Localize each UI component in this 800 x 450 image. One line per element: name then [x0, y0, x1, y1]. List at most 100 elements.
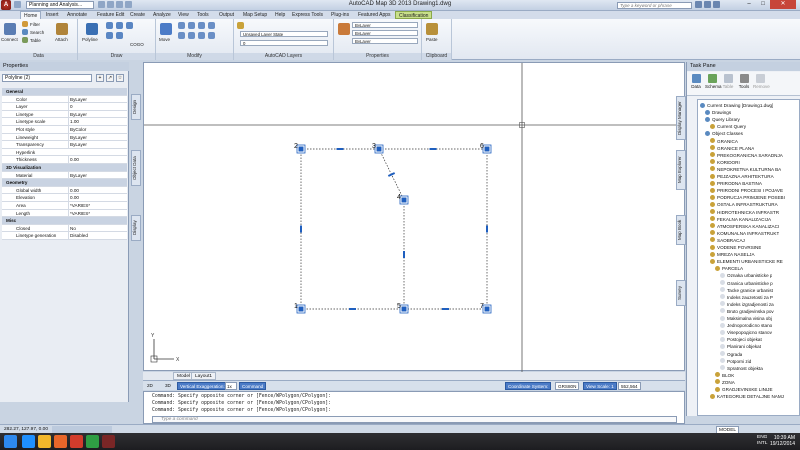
property-value[interactable]: ByLayer	[68, 110, 127, 118]
circle-icon[interactable]	[116, 22, 123, 29]
hatch-icon[interactable]	[116, 32, 123, 39]
property-row[interactable]: Area *VARIES*	[2, 202, 127, 210]
tab-feature-edit[interactable]: Feature Edit	[94, 11, 127, 19]
coordinate-system-value[interactable]: GRS80N	[555, 382, 580, 390]
tab-classification[interactable]: Classification	[395, 11, 433, 19]
filter-icon[interactable]	[22, 21, 28, 27]
tab-object-data[interactable]: Object Data	[131, 150, 141, 186]
tab-home[interactable]: Home	[20, 11, 42, 19]
tab-map-explorer[interactable]: Map Explorer	[676, 150, 686, 190]
layer-state-dropdown[interactable]: Unsaved Layer State	[240, 31, 328, 37]
midpoint-grip[interactable]	[429, 148, 437, 150]
property-value[interactable]: 0.00	[68, 194, 127, 202]
tab-map-setup[interactable]: Map Setup	[240, 11, 270, 19]
array-icon[interactable]	[208, 32, 215, 39]
table-button[interactable]: Table	[721, 74, 735, 89]
new-icon[interactable]	[14, 1, 21, 8]
arc-icon[interactable]	[126, 22, 133, 29]
quick-select-button[interactable]: ☆	[116, 74, 124, 82]
tab-display-manager[interactable]: Display Manager	[676, 96, 686, 140]
property-value[interactable]: ByLayer	[68, 141, 127, 149]
match-properties-icon[interactable]	[338, 23, 350, 35]
property-row[interactable]: Lineweight ByLayer	[2, 133, 127, 142]
property-row[interactable]: Linetype generation Disabled	[2, 232, 127, 240]
table-label[interactable]: Table	[30, 38, 41, 43]
paste-icon[interactable]	[426, 23, 438, 35]
tab-survey[interactable]: Survey	[676, 280, 686, 306]
properties-panel-label[interactable]: Properties	[334, 53, 421, 60]
property-value[interactable]: 1.00	[68, 118, 127, 126]
application-menu-button[interactable]: A	[1, 0, 11, 10]
trim-icon[interactable]	[188, 22, 195, 29]
close-button[interactable]: ✕	[770, 0, 796, 9]
select-objects-button[interactable]: ↗	[106, 74, 114, 82]
midpoint-grip[interactable]	[300, 225, 302, 233]
tree-item[interactable]: KATEGORIJE DETALJNE NAMJ	[710, 393, 784, 401]
rotate-icon[interactable]	[178, 22, 185, 29]
tab-display[interactable]: Display	[131, 215, 141, 241]
property-row[interactable]: Layer 0	[2, 103, 127, 111]
property-row[interactable]: Closed No	[2, 224, 127, 233]
property-value[interactable]: *VARIES*	[68, 209, 127, 217]
property-row[interactable]: Transparency ByLayer	[2, 141, 127, 149]
property-row[interactable]: Length *VARIES*	[2, 209, 127, 218]
undo-icon[interactable]	[116, 1, 123, 8]
paste-label[interactable]: Paste	[426, 37, 438, 42]
minimize-button[interactable]: –	[742, 0, 756, 9]
view-scale-value[interactable]: 552,564	[618, 382, 641, 390]
property-value[interactable]: Disabled	[68, 232, 127, 240]
midpoint-grip[interactable]	[349, 308, 356, 310]
mode-3d-button[interactable]: 3D	[165, 382, 171, 390]
property-group-general[interactable]: General	[2, 88, 127, 96]
color-dropdown[interactable]: ByLayer	[352, 22, 418, 28]
move-icon[interactable]	[160, 23, 172, 35]
command-input[interactable]: Type a command	[152, 416, 677, 423]
attach-icon[interactable]	[56, 23, 68, 35]
scale-icon[interactable]	[188, 32, 195, 39]
midpoint-grip[interactable]	[442, 308, 449, 310]
fillet-icon[interactable]	[198, 32, 205, 39]
polyline-icon[interactable]	[86, 23, 98, 35]
vertical-exaggeration-dropdown[interactable]: 1x	[225, 382, 237, 390]
current-layer-dropdown[interactable]: 0	[240, 40, 328, 46]
table-icon[interactable]	[22, 37, 28, 43]
rectangle-icon[interactable]	[106, 32, 113, 39]
start-icon[interactable]	[4, 435, 17, 448]
modify-panel-label[interactable]: Modify	[156, 53, 233, 60]
tab-map-book[interactable]: Map Book	[676, 215, 686, 245]
save-icon[interactable]	[107, 1, 114, 8]
utorrent-icon[interactable]	[86, 435, 99, 448]
property-value[interactable]: ByLayer	[68, 95, 127, 103]
redo-icon[interactable]	[125, 1, 132, 8]
property-row[interactable]: Plot style ByColor	[2, 126, 127, 134]
tab-insert[interactable]: Insert	[43, 11, 62, 19]
property-row[interactable]: Linetype scale 1.00	[2, 118, 127, 126]
firefox-icon[interactable]	[54, 435, 67, 448]
clipboard-panel-label[interactable]: Clipboard	[422, 53, 451, 60]
search-icon[interactable]	[22, 29, 28, 35]
midpoint-grip[interactable]	[387, 172, 396, 177]
mirror-icon[interactable]	[208, 22, 215, 29]
lineweight-dropdown[interactable]: ByLayer	[352, 30, 418, 36]
drawing-canvas[interactable]: 1 2 3 4 5 6 7 Y X	[143, 62, 686, 372]
drawing-svg[interactable]: 1 2 3 4 5 6 7 Y X	[144, 63, 686, 372]
data-button[interactable]: Data	[689, 74, 703, 89]
autocad-map-icon[interactable]	[102, 435, 115, 448]
command-button[interactable]: Command	[239, 382, 267, 390]
tab-view[interactable]: View	[175, 11, 192, 19]
midpoint-grip[interactable]	[486, 225, 488, 233]
property-row[interactable]: Global width 0.00	[2, 186, 127, 195]
tab-create[interactable]: Create	[127, 11, 148, 19]
property-value[interactable]: 0.00	[68, 156, 127, 164]
connect-icon[interactable]	[4, 23, 16, 35]
file-explorer-icon[interactable]	[38, 435, 51, 448]
layers-panel-label[interactable]: AutoCAD Layers	[234, 53, 333, 60]
tab-output[interactable]: Output	[216, 11, 237, 19]
vertex-grip[interactable]	[484, 146, 490, 152]
help-search-input[interactable]: Type a keyword or phrase	[617, 2, 692, 9]
property-row[interactable]: Hyperlink	[2, 148, 127, 157]
connect-label[interactable]: Connect	[1, 37, 18, 42]
property-row[interactable]: Thickness 0.00	[2, 156, 127, 164]
vertex-grip[interactable]	[298, 146, 304, 152]
line-icon[interactable]	[106, 22, 113, 29]
